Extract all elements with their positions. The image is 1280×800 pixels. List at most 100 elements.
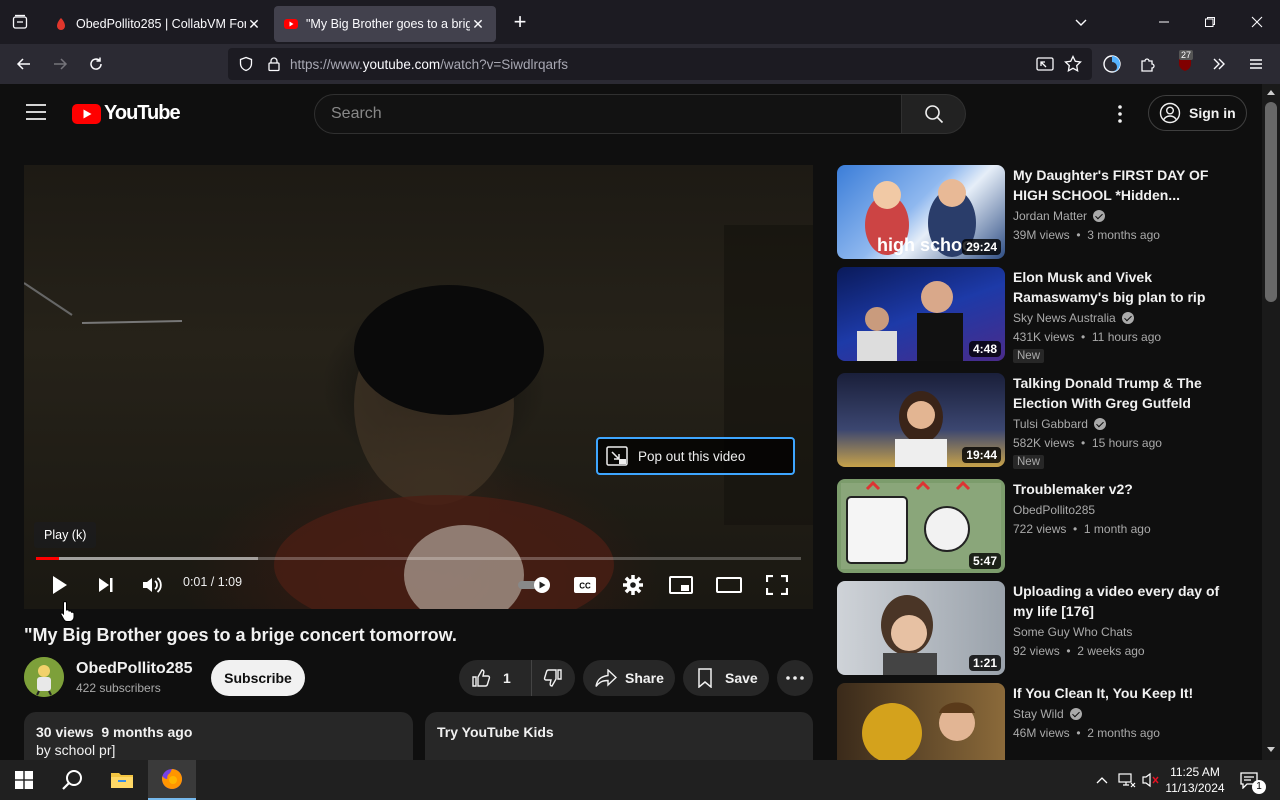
arrow-right-icon (54, 58, 68, 70)
folder-icon (111, 773, 133, 788)
miniplayer-button[interactable] (663, 567, 699, 603)
youtube-kids-card[interactable]: Try YouTube Kids (425, 712, 813, 760)
description-box[interactable]: 30 views 9 months ago by school pr] (24, 712, 413, 760)
bookmark-star-button[interactable] (1059, 50, 1087, 78)
video-thumbnail[interactable] (837, 683, 1005, 760)
reload-button[interactable] (78, 48, 114, 80)
file-explorer-button[interactable] (98, 760, 146, 800)
page-scrollbar[interactable] (1262, 84, 1280, 760)
save-button[interactable]: Save (683, 660, 769, 696)
picture-in-picture-toggle[interactable] (1031, 50, 1059, 78)
new-tab-button[interactable]: + (502, 4, 538, 40)
autoplay-toggle[interactable] (514, 567, 554, 603)
taskbar-search-button[interactable] (48, 760, 96, 800)
lock-icon[interactable] (266, 56, 282, 72)
pop-out-video-button[interactable]: Pop out this video (596, 437, 795, 475)
channel-avatar[interactable] (24, 657, 64, 697)
more-actions-button[interactable] (777, 660, 813, 696)
more-tools-button[interactable] (1205, 50, 1233, 78)
recommendation-channel[interactable]: Some Guy Who Chats (1013, 625, 1132, 639)
recommendation-title[interactable]: Elon Musk and Vivek Ramaswamy's big plan… (1013, 267, 1223, 307)
recommendation-title[interactable]: My Daughter's FIRST DAY OF HIGH SCHOOL *… (1013, 165, 1223, 205)
verified-check-icon (1069, 708, 1082, 720)
guide-menu-button[interactable] (26, 104, 46, 125)
channel-name[interactable]: ObedPollito285 (76, 660, 192, 678)
subscribe-button[interactable]: Subscribe (211, 660, 305, 696)
mute-button[interactable] (135, 567, 171, 603)
search-button[interactable] (902, 94, 966, 134)
video-thumbnail[interactable]: 1:21 (837, 581, 1005, 675)
extensions-button[interactable] (1134, 50, 1162, 78)
tab-collabvm-forum[interactable]: ObedPollito285 | CollabVM Forum ✕ (44, 6, 272, 42)
show-hidden-icons-button[interactable] (1090, 760, 1114, 800)
recommendation-channel[interactable]: Stay Wild (1013, 707, 1082, 721)
double-chevron-right-icon (1213, 58, 1225, 70)
url-text[interactable]: https://www.youtube.com/watch?v=Siwdlrqa… (290, 57, 568, 72)
network-status-button[interactable] (1115, 760, 1139, 800)
url-bar[interactable]: https://www.youtube.com/watch?v=Siwdlrqa… (228, 48, 1092, 80)
back-button[interactable] (6, 48, 42, 80)
start-button[interactable] (0, 760, 48, 800)
settings-more-button[interactable] (1112, 102, 1128, 126)
theater-mode-button[interactable] (711, 567, 747, 603)
video-player[interactable]: Pop out this video Play (k) 0:01 / 1:09 … (24, 165, 813, 609)
video-thumbnail[interactable]: 4:48 (837, 267, 1005, 361)
sign-in-button[interactable]: Sign in (1148, 95, 1247, 131)
miniplayer-icon (669, 576, 693, 594)
youtube-logo[interactable]: YouTube (72, 102, 181, 125)
volume-muted-icon (1142, 772, 1159, 788)
shield-icon[interactable] (238, 56, 254, 72)
video-thumbnail[interactable]: 5:47 (837, 479, 1005, 573)
next-button[interactable] (88, 567, 124, 603)
progress-bar[interactable] (36, 557, 801, 560)
recommendation-item[interactable]: 1:21 Uploading a video every day of my l… (837, 581, 1247, 677)
recommendation-item[interactable]: high schoo 29:24 My Daughter's FIRST DAY… (837, 165, 1247, 261)
account-sync-button[interactable] (1098, 50, 1126, 78)
firefox-taskbar-button[interactable] (148, 760, 196, 800)
recommendation-item[interactable]: 4:48 Elon Musk and Vivek Ramaswamy's big… (837, 267, 1247, 363)
play-button[interactable] (42, 567, 78, 603)
tab-youtube-video[interactable]: "My Big Brother goes to a brige concert … (274, 6, 496, 42)
settings-button[interactable] (615, 567, 651, 603)
fullscreen-button[interactable] (759, 567, 795, 603)
recommendation-title[interactable]: If You Clean It, You Keep It! (1013, 683, 1223, 703)
share-button[interactable]: Share (583, 660, 675, 696)
recommendation-channel[interactable]: Tulsi Gabbard (1013, 417, 1106, 431)
recommendation-item[interactable]: 19:44 Talking Donald Trump & The Electio… (837, 373, 1247, 469)
minimize-button[interactable] (1141, 0, 1187, 44)
recommendation-channel[interactable]: ObedPollito285 (1013, 503, 1095, 517)
search-input[interactable]: Search (314, 94, 902, 134)
firefox-account-icon (1103, 55, 1121, 73)
list-all-tabs-button[interactable] (1058, 0, 1104, 44)
recommendation-item[interactable]: 5:47 Troublemaker v2? ObedPollito285 722… (837, 479, 1247, 575)
forward-button[interactable] (42, 48, 78, 80)
restore-button[interactable] (1187, 0, 1233, 44)
scroll-down-arrow-icon[interactable] (1266, 746, 1276, 754)
recommendation-channel[interactable]: Jordan Matter (1013, 209, 1106, 223)
captions-button[interactable]: CC (567, 567, 603, 603)
recommendation-channel[interactable]: Sky News Australia (1013, 311, 1134, 325)
tab-close-icon[interactable]: ✕ (470, 16, 486, 33)
scrollbar-thumb[interactable] (1265, 102, 1277, 302)
video-thumbnail[interactable]: 19:44 (837, 373, 1005, 467)
recommendation-title[interactable]: Uploading a video every day of my life [… (1013, 581, 1223, 621)
like-button[interactable]: 1 (459, 660, 532, 696)
video-frame[interactable] (24, 165, 813, 609)
tab-close-icon[interactable]: ✕ (246, 16, 262, 33)
notifications-button[interactable]: 1 (1234, 760, 1266, 800)
recommendation-title[interactable]: Troublemaker v2? (1013, 479, 1223, 499)
dislike-button[interactable] (532, 660, 574, 696)
close-window-button[interactable] (1234, 0, 1280, 44)
description-text: by school pr] (36, 742, 116, 758)
video-duration: 29:24 (962, 239, 1001, 255)
app-menu-button[interactable] (1242, 50, 1270, 78)
recommendation-title[interactable]: Talking Donald Trump & The Election With… (1013, 373, 1223, 413)
channel-name: Jordan Matter (1013, 209, 1088, 223)
taskbar-clock[interactable]: 11:25 AM 11/13/2024 (1160, 764, 1230, 796)
star-icon (1064, 55, 1082, 73)
tab-list-button[interactable] (0, 0, 40, 44)
video-thumbnail[interactable]: high schoo 29:24 (837, 165, 1005, 259)
recommendation-item[interactable]: If You Clean It, You Keep It! Stay Wild … (837, 683, 1247, 760)
scroll-up-arrow-icon[interactable] (1266, 88, 1276, 96)
ublock-extension-button[interactable]: 27 (1171, 50, 1199, 78)
